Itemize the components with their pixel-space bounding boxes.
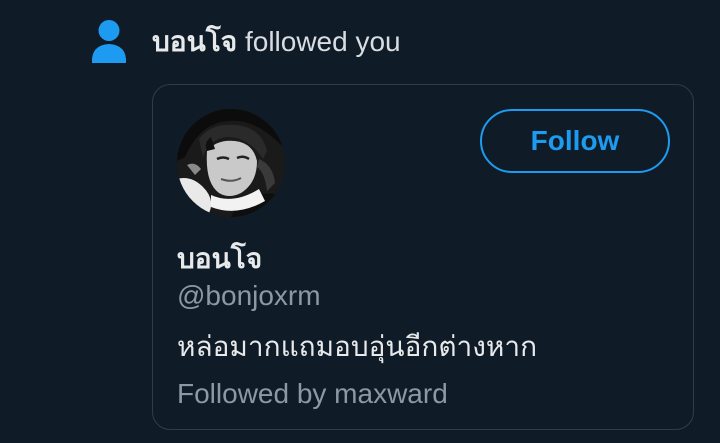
notification-user-name[interactable]: บอนโจ: [152, 26, 237, 57]
notification-action: followed you: [237, 26, 401, 57]
notification-item[interactable]: บอนโจ followed you Follow บอนโจ @bonjoxr…: [0, 0, 720, 443]
display-name[interactable]: บอนโจ: [177, 237, 262, 281]
notification-header: บอนโจ followed you: [90, 18, 401, 66]
notification-text: บอนโจ followed you: [152, 28, 401, 56]
person-icon: [90, 19, 128, 65]
user-handle: @bonjoxrm: [177, 280, 321, 311]
avatar[interactable]: [177, 109, 285, 217]
profile-card[interactable]: Follow บอนโจ @bonjoxrm หล่อมากแถมอบอุ่นอ…: [152, 84, 694, 430]
profile-photo-image: [177, 109, 285, 217]
user-bio: หล่อมากแถมอบอุ่นอีกต่างหาก: [177, 331, 538, 362]
followed-by-text: Followed by maxward: [177, 378, 448, 409]
follow-button[interactable]: Follow: [480, 109, 670, 173]
